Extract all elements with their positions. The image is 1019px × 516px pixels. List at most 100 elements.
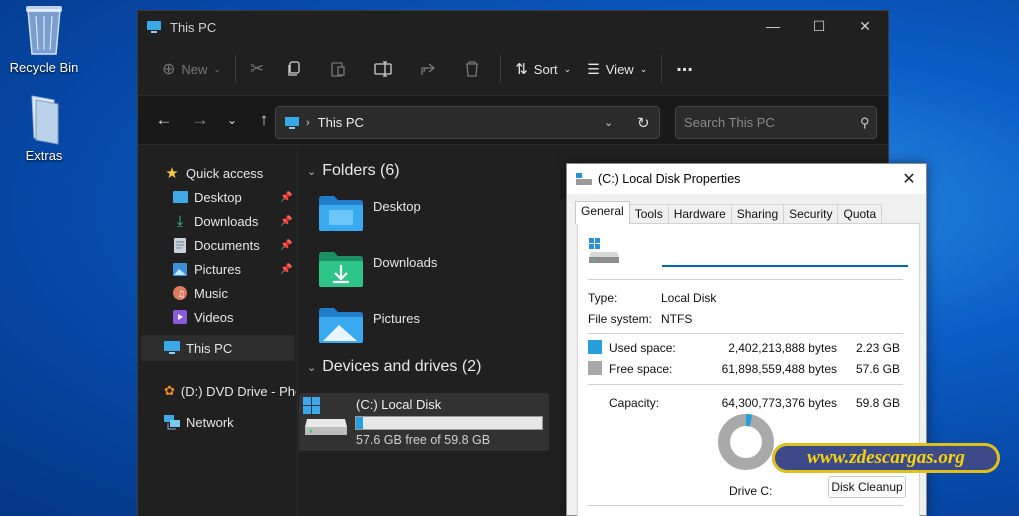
- disk-cleanup-button[interactable]: Disk Cleanup: [828, 476, 906, 498]
- address-bar[interactable]: › This PC ⌄ ↻: [275, 106, 660, 139]
- type-label: Type:: [588, 291, 618, 305]
- folder-item-pictures[interactable]: Pictures: [319, 307, 420, 343]
- dialog-title: (C:) Local Disk Properties: [598, 172, 741, 186]
- type-value: Local Disk: [661, 291, 717, 305]
- folder-label: Downloads: [373, 254, 438, 270]
- forward-button[interactable]: →: [184, 104, 216, 136]
- pin-icon: 📌: [280, 263, 293, 275]
- close-button[interactable]: ✕: [842, 11, 888, 41]
- tab-sharing[interactable]: Sharing: [730, 204, 785, 224]
- donut-free-segment: [718, 414, 774, 470]
- folder-label: Desktop: [373, 198, 421, 214]
- toolbar-divider: [234, 55, 236, 83]
- rename-button[interactable]: [360, 52, 406, 86]
- sidebar-item-label: Pictures: [194, 261, 241, 277]
- more-options-button[interactable]: ...: [668, 52, 701, 86]
- sidebar-item-label: (D:) DVD Drive - Phe: [180, 383, 296, 399]
- drive-letter-label: Drive C:: [729, 484, 773, 498]
- desktop-icon: [172, 189, 188, 205]
- windows-drive-icon: [303, 397, 347, 435]
- tab-general[interactable]: General: [575, 201, 630, 224]
- cut-button[interactable]: ✂: [242, 52, 272, 86]
- folder-item-downloads[interactable]: Downloads: [319, 251, 437, 287]
- tab-tools[interactable]: Tools: [628, 204, 669, 224]
- share-button[interactable]: [406, 52, 450, 86]
- sidebar-item-network[interactable]: Network: [164, 410, 234, 434]
- sidebar-item-label: Downloads: [194, 213, 259, 229]
- volume-label-input[interactable]: [662, 245, 908, 267]
- refresh-icon[interactable]: ↻: [637, 114, 650, 132]
- drive-item-c[interactable]: (C:) Local Disk 57.6 GB free of 59.8 GB: [299, 393, 549, 451]
- capacity-gb: 59.8 GB: [855, 396, 900, 410]
- dialog-close-button[interactable]: ✕: [892, 164, 926, 194]
- star-icon: ★: [165, 165, 179, 182]
- pictures-icon: [172, 261, 188, 277]
- drive-free-text: 57.6 GB free of 59.8 GB: [356, 433, 491, 447]
- pin-icon: 📌: [280, 215, 293, 227]
- view-icon: ☰: [587, 60, 600, 77]
- scissors-icon: ✂: [249, 59, 265, 78]
- sidebar-item-label: This PC: [186, 340, 233, 356]
- drive-name: (C:) Local Disk: [356, 397, 442, 412]
- sidebar-item-videos[interactable]: Videos: [172, 305, 234, 329]
- window-title: This PC: [170, 19, 217, 35]
- back-button[interactable]: ←: [148, 104, 180, 136]
- copy-button[interactable]: [272, 52, 316, 86]
- file-system-value: NTFS: [661, 312, 693, 326]
- used-space-swatch: [588, 340, 602, 354]
- capacity-label: Capacity:: [609, 396, 660, 410]
- pin-icon: 📌: [280, 239, 293, 251]
- command-bar: ⊕ New ⌄ ✂ ⇅ Sort ⌄ ☰ View ⌄ ...: [138, 43, 888, 95]
- tab-quota[interactable]: Quota: [837, 204, 883, 224]
- document-icon: [172, 237, 188, 253]
- address-dropdown-icon[interactable]: ⌄: [604, 116, 613, 129]
- search-input[interactable]: [684, 115, 860, 130]
- desktop-icon-label: Recycle Bin: [9, 60, 79, 75]
- download-icon: ⤓: [176, 212, 184, 230]
- search-box[interactable]: ⚲: [675, 106, 877, 139]
- delete-button[interactable]: [450, 52, 494, 86]
- sort-label: Sort: [533, 61, 558, 77]
- recent-locations-button[interactable]: ⌄: [216, 104, 248, 136]
- maximize-button[interactable]: ☐: [796, 11, 842, 41]
- chevron-down-icon: ⌄: [307, 361, 317, 374]
- dialog-tabs: General Tools Hardware Sharing Security …: [575, 201, 883, 224]
- sidebar-item-quick-access[interactable]: ★ Quick access: [164, 161, 263, 185]
- view-button[interactable]: ☰ View ⌄: [579, 52, 655, 86]
- desktop-icon-extras[interactable]: Extras: [0, 92, 88, 163]
- sidebar-item-pictures[interactable]: Pictures 📌: [172, 257, 297, 281]
- tab-hardware[interactable]: Hardware: [667, 204, 732, 224]
- new-button[interactable]: ⊕ New ⌄: [154, 52, 229, 86]
- desktop-icon-recycle-bin[interactable]: Recycle Bin: [0, 2, 88, 75]
- this-pc-icon: [164, 340, 180, 356]
- tab-security[interactable]: Security: [783, 204, 839, 224]
- drive-icon: [576, 173, 592, 185]
- navigation-pane: ★ Quick access Desktop 📌 ⤓ Downloads 📌 D…: [138, 151, 298, 516]
- sidebar-item-documents[interactable]: Documents 📌: [172, 233, 297, 257]
- folder-icon: [31, 95, 59, 145]
- desktop-icon-label: Extras: [25, 148, 63, 163]
- devices-group-header[interactable]: ⌄ Devices and drives (2): [307, 358, 481, 376]
- paste-button[interactable]: [316, 52, 360, 86]
- free-space-gb: 57.6 GB: [855, 362, 900, 376]
- network-icon: [164, 414, 180, 430]
- sidebar-item-desktop[interactable]: Desktop 📌: [172, 185, 297, 209]
- sidebar-item-music[interactable]: ♫ Music: [172, 281, 228, 305]
- chevron-down-icon: ⌄: [563, 63, 572, 74]
- minimize-button[interactable]: —: [750, 11, 796, 41]
- recycle-bin-icon: [26, 6, 62, 55]
- arrow-up-icon: ↑: [259, 110, 269, 129]
- sort-button[interactable]: ⇅ Sort ⌄: [507, 52, 579, 86]
- sidebar-item-this-pc[interactable]: This PC: [164, 336, 232, 360]
- new-label: New: [181, 61, 208, 77]
- sidebar-item-label: Quick access: [186, 165, 264, 181]
- free-space-bytes: 61,898,559,488 bytes: [721, 362, 837, 376]
- group-title: Devices and drives (2): [322, 358, 482, 375]
- folder-item-desktop[interactable]: Desktop: [319, 195, 421, 231]
- file-system-label: File system:: [588, 312, 653, 326]
- sidebar-item-downloads[interactable]: ⤓ Downloads 📌: [172, 209, 297, 233]
- used-space-gb: 2.23 GB: [855, 341, 900, 355]
- folders-group-header[interactable]: ⌄ Folders (6): [307, 162, 400, 180]
- toolbar-divider: [661, 55, 663, 83]
- sidebar-item-dvd-drive[interactable]: ✿ (D:) DVD Drive - Phe: [164, 379, 296, 403]
